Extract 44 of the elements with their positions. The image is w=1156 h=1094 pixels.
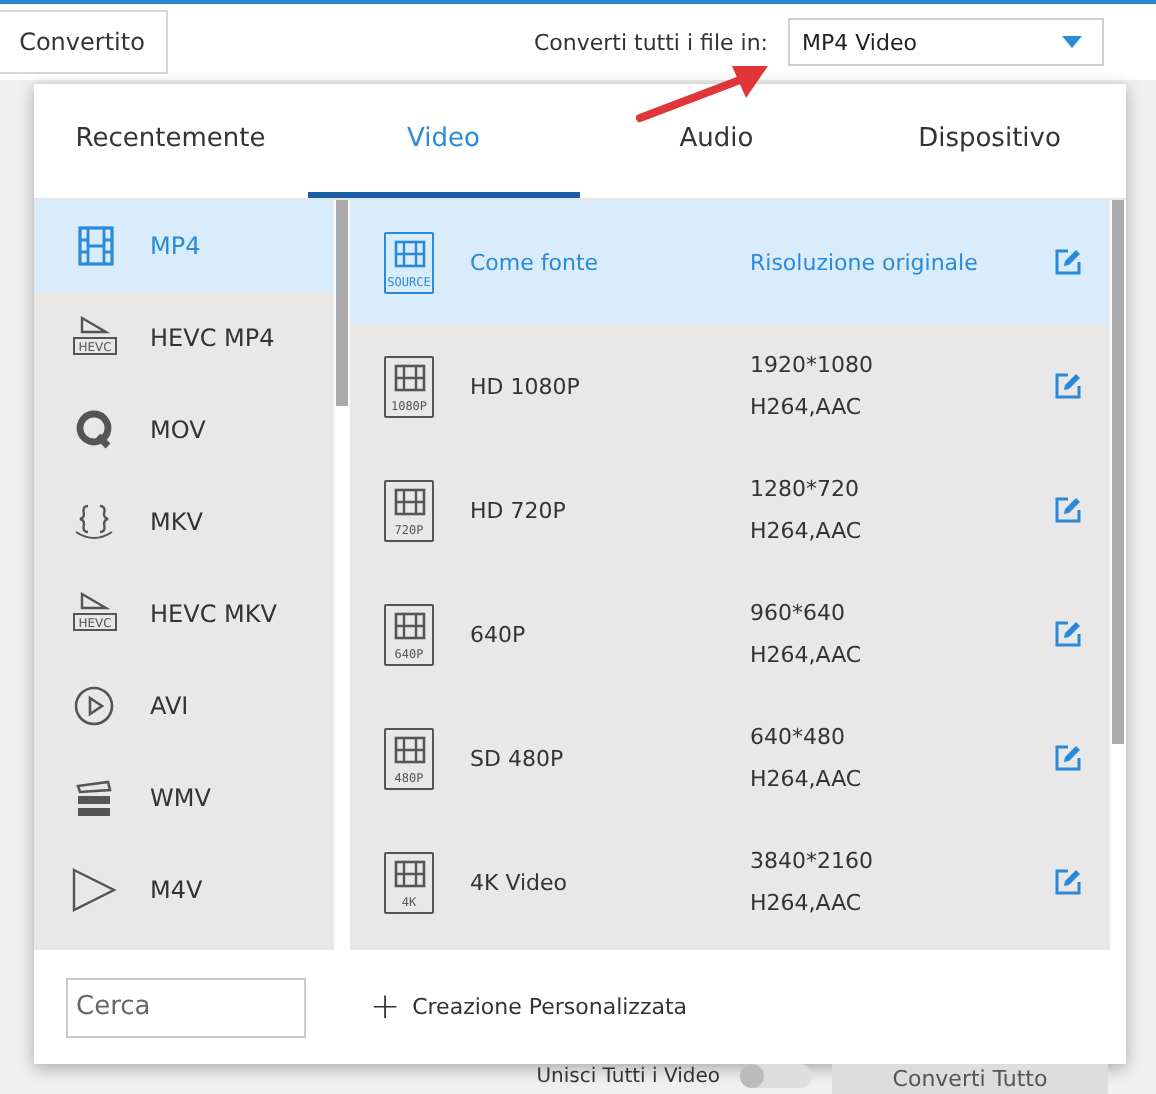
tab[interactable]: Recentemente: [34, 84, 307, 198]
triangle-icon: [70, 866, 118, 914]
merge-toggle[interactable]: [740, 1064, 812, 1088]
codec-text: H264,AAC: [750, 642, 864, 668]
preset-name: SD 480P: [470, 745, 566, 771]
preset-name: 640P: [470, 621, 528, 647]
codec-text: H264,AAC: [750, 766, 864, 792]
format-item[interactable]: M4V: [34, 844, 334, 936]
resolution-text: 960*640: [750, 600, 847, 626]
preset-name: Come fonte: [470, 249, 601, 275]
format-dropdown[interactable]: MP4 Video: [788, 18, 1104, 66]
play-icon: [70, 682, 118, 730]
codec-text: H264,AAC: [750, 518, 864, 544]
converted-button[interactable]: Convertito: [0, 10, 168, 74]
codec-text: H264,AAC: [750, 394, 864, 420]
convert-all-label: Converti tutti i file in:: [533, 29, 768, 55]
merge-label: Unisci Tutti i Video: [536, 1064, 720, 1090]
preset-name: HD 720P: [470, 497, 568, 523]
format-item[interactable]: WMV: [34, 752, 334, 844]
convert-all-button[interactable]: Converti Tutto: [832, 1064, 1108, 1094]
search-field[interactable]: Cerca: [66, 977, 306, 1037]
format-item[interactable]: MOV: [34, 384, 334, 476]
preset-name: HD 1080P: [470, 373, 582, 399]
edit-icon[interactable]: [1054, 620, 1082, 648]
tab[interactable]: Audio: [580, 84, 853, 198]
custom-create-button[interactable]: + Creazione Personalizzata: [370, 989, 688, 1025]
codec-text: H264,AAC: [750, 890, 864, 916]
tab[interactable]: Dispositivo: [853, 84, 1126, 198]
caret-icon: [1062, 36, 1082, 48]
edit-icon[interactable]: [1054, 372, 1082, 400]
edit-icon[interactable]: [1054, 744, 1082, 772]
preset-name: 4K Video: [470, 869, 570, 895]
resolution-text: 1280*720: [750, 476, 861, 502]
format-item[interactable]: AVI: [34, 660, 334, 752]
scrollbar[interactable]: [1110, 200, 1126, 950]
resolution-text: 3840*2160: [750, 848, 875, 874]
format-item[interactable]: MKV: [34, 476, 334, 568]
resolution-text: 1920*1080: [750, 352, 875, 378]
scrollbar[interactable]: [334, 200, 350, 950]
edit-icon[interactable]: [1054, 868, 1082, 896]
resolution-text: Risoluzione originale: [750, 249, 980, 275]
edit-icon[interactable]: [1054, 496, 1082, 524]
edit-icon[interactable]: [1054, 248, 1082, 276]
resolution-text: 640*480: [750, 724, 847, 750]
